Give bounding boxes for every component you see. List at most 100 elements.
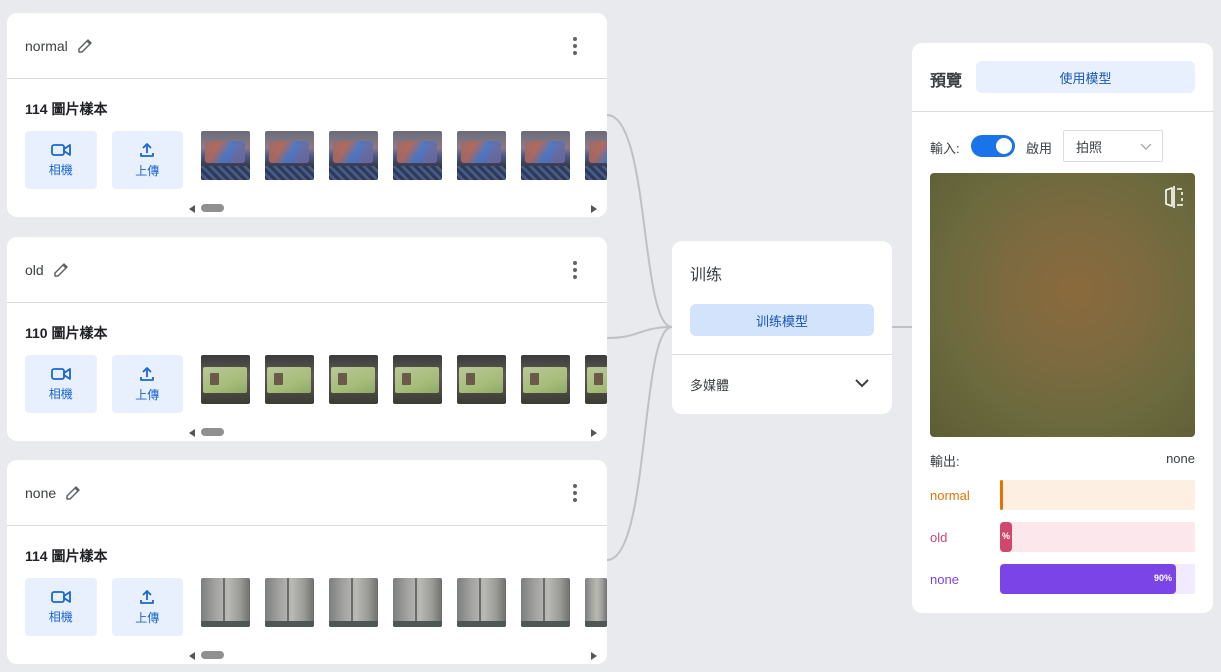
thumbnail-strip — [201, 578, 607, 627]
divider — [912, 111, 1213, 112]
select-value: 拍照 — [1076, 139, 1103, 155]
preview-card: 預覽 使用模型 輸入: 啟用 拍照 輸出: none normal old % … — [912, 43, 1213, 613]
more-vert-icon[interactable] — [565, 259, 585, 281]
more-vert-icon[interactable] — [565, 35, 585, 57]
scroll-left-arrow[interactable] — [189, 205, 195, 213]
webcam-preview — [930, 173, 1195, 437]
confidence-bar: % — [1000, 522, 1012, 552]
camera-button[interactable]: 相機 — [25, 131, 97, 189]
sample-thumbnail[interactable] — [457, 578, 506, 627]
sample-thumbnail[interactable] — [457, 355, 506, 404]
class-card-old: old 110 圖片樣本 相機 上傳 — [7, 237, 607, 441]
pencil-icon[interactable] — [64, 484, 82, 502]
upload-button[interactable]: 上傳 — [111, 131, 183, 189]
sample-thumbnail[interactable] — [585, 131, 607, 180]
videocam-icon — [50, 143, 71, 156]
camera-button[interactable]: 相機 — [25, 578, 97, 636]
sample-thumbnail[interactable] — [201, 578, 250, 627]
sample-thumbnail[interactable] — [265, 355, 314, 404]
confidence-percent: % — [1001, 531, 1010, 541]
class-card-none: none 114 圖片樣本 相機 上傳 — [7, 460, 607, 664]
videocam-icon — [50, 590, 71, 603]
scroll-left-arrow[interactable] — [189, 429, 195, 437]
flip-camera-icon[interactable] — [1163, 185, 1185, 209]
thumbnail-strip — [201, 355, 607, 404]
scroll-right-arrow[interactable] — [591, 429, 597, 437]
train-model-button[interactable]: 训练模型 — [690, 304, 874, 336]
sample-thumbnail[interactable] — [329, 131, 378, 180]
sample-thumbnail[interactable] — [393, 578, 442, 627]
class-name[interactable]: old — [25, 262, 44, 278]
sample-thumbnail[interactable] — [521, 355, 570, 404]
confidence-bar — [1000, 480, 1003, 510]
preview-title: 預覽 — [930, 73, 963, 90]
chevron-down-icon — [1140, 143, 1152, 150]
class-card-header: old — [7, 237, 607, 303]
camera-label: 相機 — [48, 162, 73, 177]
sample-thumbnail[interactable] — [393, 131, 442, 180]
class-card-header: normal — [7, 13, 607, 79]
scroll-thumb[interactable] — [201, 651, 224, 659]
confidence-track — [1000, 480, 1195, 510]
pencil-icon[interactable] — [52, 261, 70, 279]
sample-count: 114 圖片樣本 — [25, 101, 108, 117]
sample-thumbnail[interactable] — [393, 355, 442, 404]
upload-label: 上傳 — [135, 163, 160, 178]
sample-thumbnail[interactable] — [521, 578, 570, 627]
training-title: 训练 — [690, 267, 723, 284]
class-name[interactable]: normal — [25, 38, 68, 54]
divider — [672, 354, 892, 355]
class-name[interactable]: none — [25, 485, 56, 501]
camera-label: 相機 — [48, 386, 73, 401]
sample-thumbnail[interactable] — [201, 131, 250, 180]
upload-button[interactable]: 上傳 — [111, 355, 183, 413]
upload-label: 上傳 — [135, 387, 160, 402]
sample-thumbnail[interactable] — [265, 131, 314, 180]
class-card-normal: normal 114 圖片樣本 相機 上傳 — [7, 13, 607, 217]
more-vert-icon[interactable] — [565, 482, 585, 504]
upload-button[interactable]: 上傳 — [111, 578, 183, 636]
sample-thumbnail[interactable] — [457, 131, 506, 180]
chevron-down-icon[interactable] — [854, 377, 870, 389]
sample-thumbnail[interactable] — [201, 355, 250, 404]
advanced-label[interactable]: 多媒體 — [690, 375, 729, 394]
sample-thumbnail[interactable] — [521, 131, 570, 180]
camera-button[interactable]: 相機 — [25, 355, 97, 413]
confidence-bar: 90% — [1000, 564, 1176, 594]
sample-thumbnail[interactable] — [329, 578, 378, 627]
confidence-label: none — [930, 572, 959, 587]
scroll-right-arrow[interactable] — [591, 652, 597, 660]
input-label: 輸入: — [930, 141, 960, 156]
output-value: none — [1166, 451, 1195, 466]
input-toggle[interactable] — [971, 135, 1015, 157]
upload-icon — [140, 142, 155, 157]
confidence-row-normal: normal — [930, 480, 1195, 510]
horizontal-scrollbar[interactable] — [187, 202, 601, 214]
class-card-header: none — [7, 460, 607, 526]
thumbnail-strip — [201, 131, 607, 180]
export-model-button[interactable]: 使用模型 — [976, 61, 1195, 93]
training-card: 训练 训练模型 多媒體 — [672, 241, 892, 414]
input-source-select[interactable]: 拍照 — [1063, 130, 1163, 162]
scroll-left-arrow[interactable] — [189, 652, 195, 660]
confidence-row-old: old % — [930, 522, 1195, 552]
sample-thumbnail[interactable] — [585, 578, 607, 627]
scroll-thumb[interactable] — [201, 428, 224, 436]
upload-icon — [140, 589, 155, 604]
scroll-right-arrow[interactable] — [591, 205, 597, 213]
sample-count: 114 圖片樣本 — [25, 548, 108, 564]
upload-label: 上傳 — [135, 610, 160, 625]
camera-label: 相機 — [48, 609, 73, 624]
confidence-label: old — [930, 530, 948, 545]
upload-icon — [140, 366, 155, 381]
toggle-label: 啟用 — [1026, 141, 1053, 156]
sample-thumbnail[interactable] — [265, 578, 314, 627]
horizontal-scrollbar[interactable] — [187, 426, 601, 438]
horizontal-scrollbar[interactable] — [187, 649, 601, 661]
videocam-icon — [50, 367, 71, 380]
scroll-thumb[interactable] — [201, 204, 224, 212]
confidence-percent: 90% — [1153, 573, 1172, 583]
sample-thumbnail[interactable] — [585, 355, 607, 404]
sample-thumbnail[interactable] — [329, 355, 378, 404]
pencil-icon[interactable] — [76, 37, 94, 55]
